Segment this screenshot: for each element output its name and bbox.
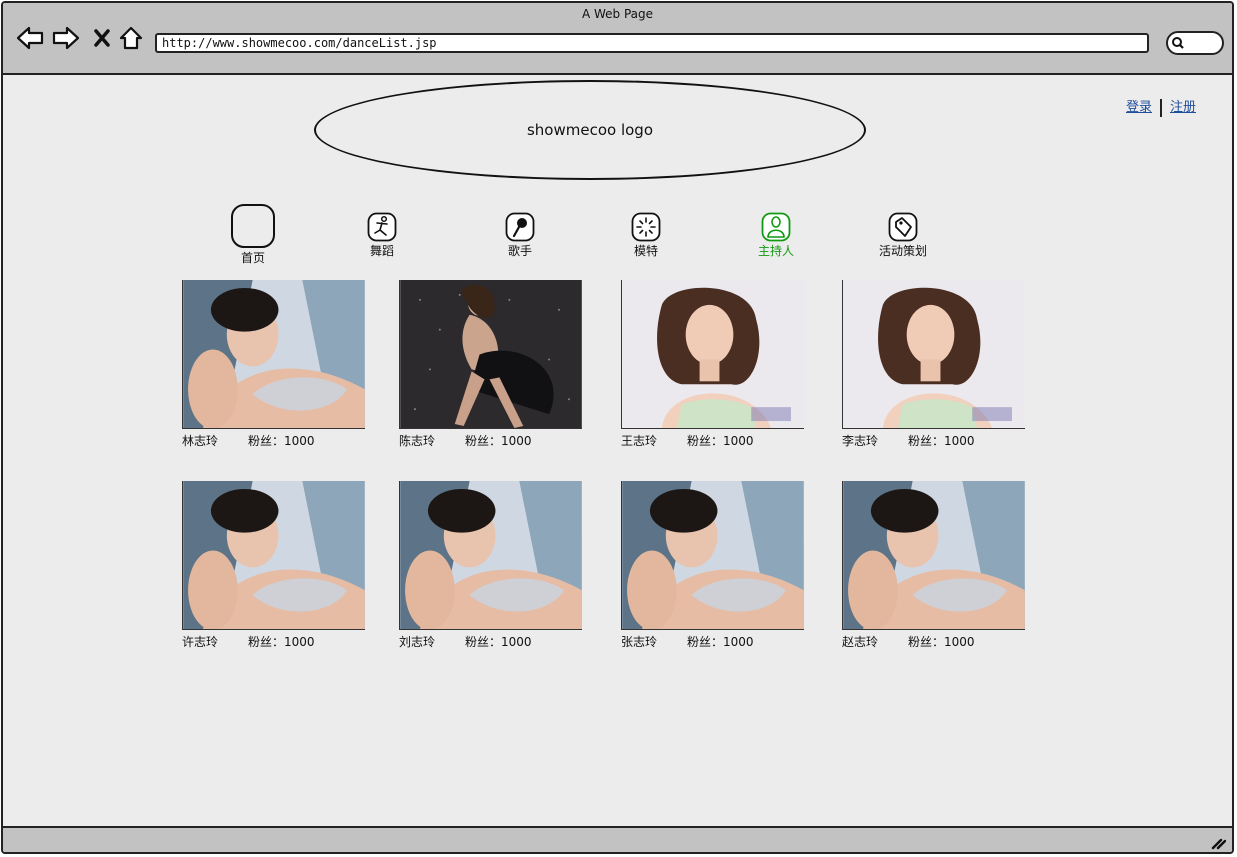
- performer-card[interactable]: 张志玲 粉丝：1000: [621, 481, 805, 650]
- performer-name: 林志玲: [182, 434, 219, 448]
- fans-label: 粉丝：: [908, 434, 945, 448]
- performer-name: 李志玲: [842, 434, 879, 448]
- performer-card[interactable]: 赵志玲 粉丝：1000: [842, 481, 1026, 650]
- register-link[interactable]: 注册: [1170, 100, 1196, 115]
- browser-window: A Web Page http://www.showmecoo.com/danc…: [1, 1, 1234, 854]
- fans-label: 粉丝：: [248, 635, 285, 649]
- nav-item-model[interactable]: 模特: [611, 212, 681, 259]
- back-icon[interactable]: [15, 23, 45, 53]
- home-icon[interactable]: [116, 23, 146, 53]
- status-bar: [3, 826, 1232, 852]
- fans-count: 1000: [944, 635, 975, 649]
- nav-label: 主持人: [757, 244, 794, 258]
- nav-item-event-planning[interactable]: 活动策划: [863, 212, 943, 259]
- performer-name: 赵志玲: [842, 635, 879, 649]
- nav-item-singer[interactable]: 歌手: [485, 212, 555, 259]
- performer-name: 许志玲: [182, 635, 219, 649]
- performer-photo[interactable]: [621, 481, 804, 630]
- performer-caption: 林志玲 粉丝：1000: [182, 432, 366, 449]
- performer-caption: 张志玲 粉丝：1000: [621, 633, 805, 650]
- fans-count: 1000: [501, 434, 532, 448]
- fans-count: 1000: [723, 434, 754, 448]
- performer-caption: 赵志玲 粉丝：1000: [842, 633, 1026, 650]
- performer-caption: 陈志玲 粉丝：1000: [399, 432, 583, 449]
- close-icon[interactable]: [87, 23, 117, 53]
- nav-label: 活动策划: [878, 244, 927, 258]
- search-icon: [1172, 37, 1184, 49]
- performer-caption: 王志玲 粉丝：1000: [621, 432, 805, 449]
- fans-count: 1000: [284, 434, 315, 448]
- browser-toolbar: A Web Page http://www.showmecoo.com/danc…: [3, 3, 1232, 75]
- performer-photo[interactable]: [182, 280, 365, 429]
- fans-label: 粉丝：: [465, 434, 502, 448]
- performer-caption: 李志玲 粉丝：1000: [842, 432, 1026, 449]
- performer-card[interactable]: 陈志玲 粉丝：1000: [399, 280, 583, 449]
- auth-divider: [1159, 98, 1162, 117]
- login-link[interactable]: 登录: [1126, 100, 1152, 115]
- performer-photo[interactable]: [399, 481, 582, 630]
- fans-label: 粉丝：: [687, 635, 724, 649]
- performer-name: 张志玲: [621, 635, 658, 649]
- performer-card[interactable]: 李志玲 粉丝：1000: [842, 280, 1026, 449]
- blank-rounded-square-icon: [230, 203, 276, 249]
- performer-card[interactable]: 林志玲 粉丝：1000: [182, 280, 366, 449]
- site-logo[interactable]: showmecoo logo: [314, 80, 866, 180]
- performer-photo[interactable]: [399, 280, 582, 429]
- nav-item-host[interactable]: 主持人: [739, 212, 813, 259]
- nav-label: 模特: [633, 244, 658, 258]
- tag-icon: [888, 212, 918, 242]
- fans-label: 粉丝：: [465, 635, 502, 649]
- browser-search-input[interactable]: [1166, 31, 1224, 55]
- window-title: A Web Page: [581, 7, 654, 21]
- forward-icon[interactable]: [51, 23, 81, 53]
- performer-caption: 刘志玲 粉丝：1000: [399, 633, 583, 650]
- resize-grip-icon[interactable]: [1210, 836, 1226, 850]
- nav-label: 首页: [240, 251, 265, 265]
- performer-card[interactable]: 刘志玲 粉丝：1000: [399, 481, 583, 650]
- fans-count: 1000: [944, 434, 975, 448]
- performer-photo[interactable]: [842, 280, 1025, 429]
- performer-card[interactable]: 王志玲 粉丝：1000: [621, 280, 805, 449]
- performer-name: 刘志玲: [399, 635, 436, 649]
- nav-label: 舞蹈: [369, 244, 394, 258]
- performer-photo[interactable]: [621, 280, 804, 429]
- sparkle-icon: [631, 212, 661, 242]
- performer-caption: 许志玲 粉丝：1000: [182, 633, 366, 650]
- fans-count: 1000: [501, 635, 532, 649]
- fans-label: 粉丝：: [687, 434, 724, 448]
- logo-text: showmecoo logo: [526, 121, 654, 139]
- address-bar[interactable]: http://www.showmecoo.com/danceList.jsp: [155, 33, 1149, 53]
- fans-label: 粉丝：: [248, 434, 285, 448]
- nav-item-dance[interactable]: 舞蹈: [347, 212, 417, 259]
- dancer-icon: [367, 212, 397, 242]
- nav-label: 歌手: [507, 244, 532, 258]
- fans-count: 1000: [723, 635, 754, 649]
- person-icon: [761, 212, 791, 242]
- performer-photo[interactable]: [182, 481, 365, 630]
- auth-links: 登录 注册: [1126, 96, 1196, 117]
- nav-item-home[interactable]: 首页: [219, 203, 287, 266]
- performer-name: 王志玲: [621, 434, 658, 448]
- fans-label: 粉丝：: [908, 635, 945, 649]
- fans-count: 1000: [284, 635, 315, 649]
- performer-photo[interactable]: [842, 481, 1025, 630]
- performer-name: 陈志玲: [399, 434, 436, 448]
- performer-card[interactable]: 许志玲 粉丝：1000: [182, 481, 366, 650]
- microphone-icon: [505, 212, 535, 242]
